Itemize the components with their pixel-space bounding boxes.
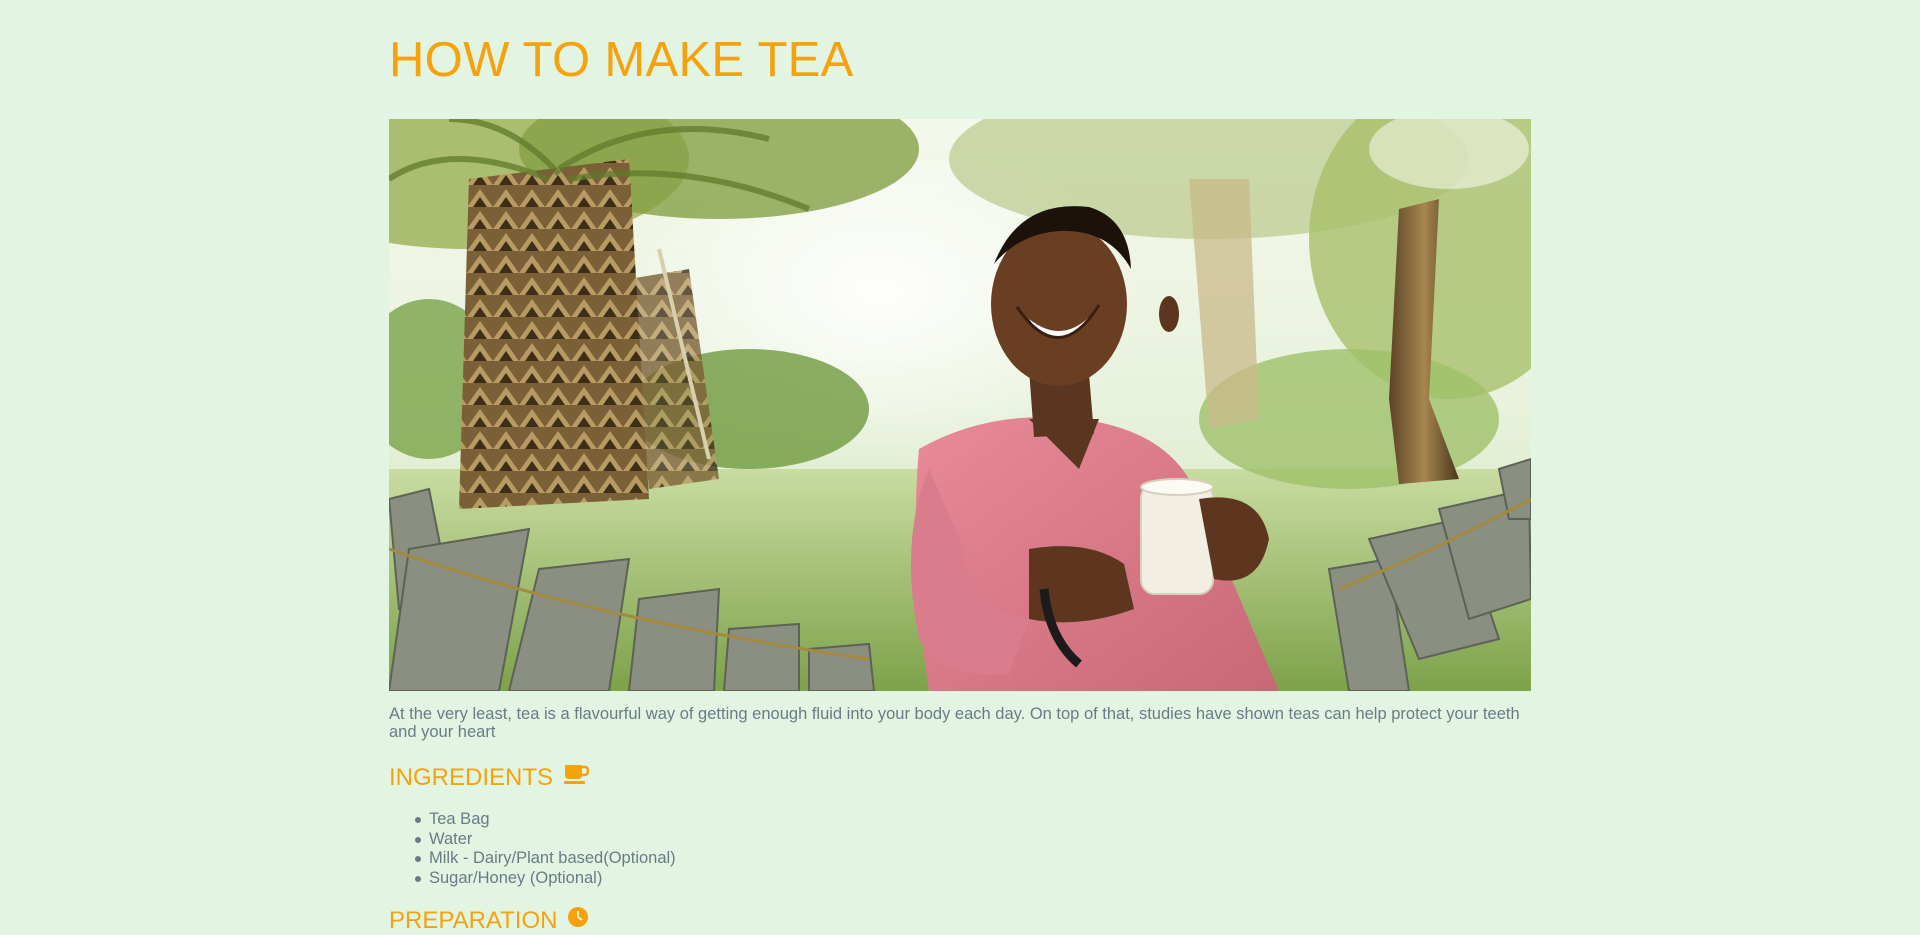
ingredients-heading-label: INGREDIENTS bbox=[389, 763, 554, 791]
list-item: Tea Bag bbox=[415, 810, 676, 830]
page-title: HOW TO MAKE TEA bbox=[389, 33, 854, 87]
ingredients-list: Tea Bag Water Milk - Dairy/Plant based(O… bbox=[389, 810, 676, 888]
hero-image bbox=[389, 119, 1531, 691]
clock-icon bbox=[567, 906, 589, 935]
list-item: Water bbox=[415, 830, 676, 850]
preparation-heading-label: PREPARATION bbox=[389, 906, 558, 934]
list-item: Milk - Dairy/Plant based(Optional) bbox=[415, 849, 676, 867]
ingredients-heading: INGREDIENTS bbox=[389, 763, 590, 792]
list-item: Sugar/Honey (Optional) bbox=[415, 869, 676, 889]
intro-text: At the very least, tea is a flavourful w… bbox=[389, 705, 1520, 741]
coffee-cup-icon bbox=[563, 763, 590, 792]
preparation-heading: PREPARATION bbox=[389, 906, 589, 935]
